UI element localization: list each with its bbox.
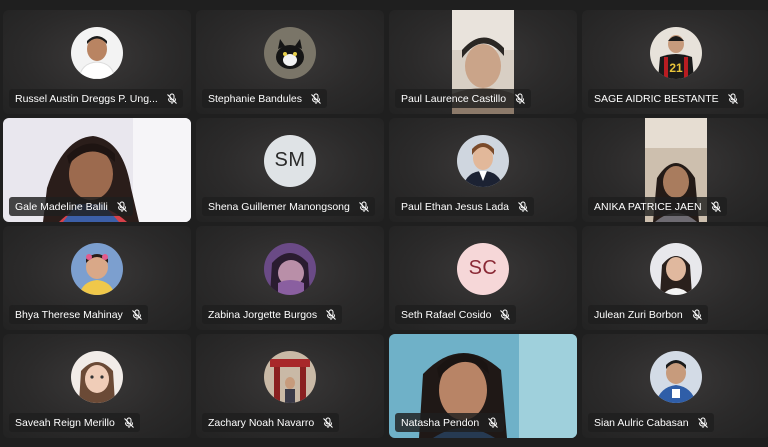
participant-initials-avatar: SM bbox=[264, 134, 316, 187]
mic-muted-icon bbox=[691, 309, 702, 320]
mic-muted-icon bbox=[727, 93, 738, 104]
participant-tile[interactable]: Paul Ethan Jesus Lada bbox=[389, 118, 577, 222]
participant-name: Bhya Therese Mahinay bbox=[15, 308, 123, 321]
participant-name: Stephanie Bandules bbox=[208, 92, 302, 105]
participant-name: Russel Austin Dreggs P. Ung... bbox=[15, 92, 158, 105]
participant-initials-avatar: SC bbox=[457, 242, 509, 295]
participant-tile[interactable]: Russel Austin Dreggs P. Ung... bbox=[3, 10, 191, 114]
participant-name: Gale Madeline Balili bbox=[15, 200, 108, 213]
nameplate: Sian Aulric Cabasan bbox=[588, 413, 714, 432]
participant-avatar bbox=[71, 26, 123, 79]
participant-tile[interactable]: Stephanie Bandules bbox=[196, 10, 384, 114]
mic-muted-icon bbox=[515, 93, 525, 104]
mic-muted-icon bbox=[500, 309, 511, 320]
participant-name: Saveah Reign Merillo bbox=[15, 416, 115, 429]
participant-avatar bbox=[264, 26, 316, 79]
mic-muted-icon bbox=[488, 417, 499, 428]
mic-muted-icon bbox=[131, 309, 142, 320]
participant-tile[interactable]: SM Shena Guillemer Manongsong bbox=[196, 118, 384, 222]
participant-name: SAGE AIDRIC BESTANTE bbox=[594, 92, 719, 105]
participant-avatar bbox=[264, 350, 316, 403]
participant-avatar bbox=[457, 134, 509, 187]
participant-name: Paul Ethan Jesus Lada bbox=[401, 200, 509, 213]
mic-muted-icon bbox=[116, 201, 127, 212]
participant-name: Zabina Jorgette Burgos bbox=[208, 308, 318, 321]
participant-tile[interactable]: SC Seth Rafael Cosido bbox=[389, 226, 577, 330]
nameplate: Paul Ethan Jesus Lada bbox=[395, 197, 534, 216]
mic-muted-icon bbox=[311, 93, 321, 104]
nameplate: SAGE AIDRIC BESTANTE bbox=[588, 89, 744, 108]
nameplate: Seth Rafael Cosido bbox=[395, 305, 517, 324]
participant-name: Sian Aulric Cabasan bbox=[594, 416, 689, 429]
participant-tile[interactable]: Paul Laurence Castillo bbox=[389, 10, 577, 114]
participant-tile[interactable]: Natasha Pendon bbox=[389, 334, 577, 438]
nameplate: Stephanie Bandules bbox=[202, 89, 327, 108]
participant-name: ANIKA PATRICE JAEN bbox=[594, 200, 702, 213]
participant-tile[interactable]: Saveah Reign Merillo bbox=[3, 334, 191, 438]
nameplate: Gale Madeline Balili bbox=[9, 197, 133, 216]
participant-avatar bbox=[71, 350, 123, 403]
mic-muted-icon bbox=[358, 201, 369, 212]
participant-avatar bbox=[264, 242, 316, 295]
participant-tile[interactable]: Julean Zuri Borbon bbox=[582, 226, 768, 330]
participant-tile[interactable]: 21 SAGE AIDRIC BESTANTE bbox=[582, 10, 768, 114]
nameplate: Zabina Jorgette Burgos bbox=[202, 305, 343, 324]
nameplate: ANIKA PATRICE JAEN bbox=[588, 197, 727, 216]
nameplate: Russel Austin Dreggs P. Ung... bbox=[9, 89, 183, 108]
participant-name: Zachary Noah Navarro bbox=[208, 416, 315, 429]
participant-name: Shena Guillemer Manongsong bbox=[208, 200, 350, 213]
nameplate: Saveah Reign Merillo bbox=[9, 413, 140, 432]
participant-tile[interactable]: Zachary Noah Navarro bbox=[196, 334, 384, 438]
mic-muted-icon bbox=[123, 417, 134, 428]
participant-tile[interactable]: Zabina Jorgette Burgos bbox=[196, 226, 384, 330]
participant-avatar bbox=[650, 242, 702, 295]
meeting-gallery-grid: Russel Austin Dreggs P. Ung... Stephanie… bbox=[0, 0, 768, 447]
nameplate: Zachary Noah Navarro bbox=[202, 413, 340, 432]
participant-avatar bbox=[71, 242, 123, 295]
nameplate: Bhya Therese Mahinay bbox=[9, 305, 148, 324]
nameplate: Julean Zuri Borbon bbox=[588, 305, 708, 324]
participant-name: Paul Laurence Castillo bbox=[401, 92, 507, 105]
mic-muted-icon bbox=[710, 201, 721, 212]
mic-muted-icon bbox=[166, 93, 177, 104]
nameplate: Paul Laurence Castillo bbox=[395, 89, 532, 108]
participant-name: Natasha Pendon bbox=[401, 416, 480, 429]
svg-text:21: 21 bbox=[669, 61, 683, 75]
mic-muted-icon bbox=[323, 417, 334, 428]
mic-muted-icon bbox=[518, 201, 528, 212]
participant-avatar bbox=[650, 350, 702, 403]
participant-name: Julean Zuri Borbon bbox=[594, 308, 683, 321]
participant-tile[interactable]: ANIKA PATRICE JAEN bbox=[582, 118, 768, 222]
participant-avatar: 21 bbox=[650, 26, 702, 79]
mic-muted-icon bbox=[326, 309, 337, 320]
nameplate: Natasha Pendon bbox=[395, 413, 505, 432]
participant-tile[interactable]: Sian Aulric Cabasan bbox=[582, 334, 768, 438]
participant-name: Seth Rafael Cosido bbox=[401, 308, 492, 321]
nameplate: Shena Guillemer Manongsong bbox=[202, 197, 375, 216]
participant-tile[interactable]: Bhya Therese Mahinay bbox=[3, 226, 191, 330]
mic-muted-icon bbox=[697, 417, 708, 428]
participant-tile[interactable]: Gale Madeline Balili bbox=[3, 118, 191, 222]
